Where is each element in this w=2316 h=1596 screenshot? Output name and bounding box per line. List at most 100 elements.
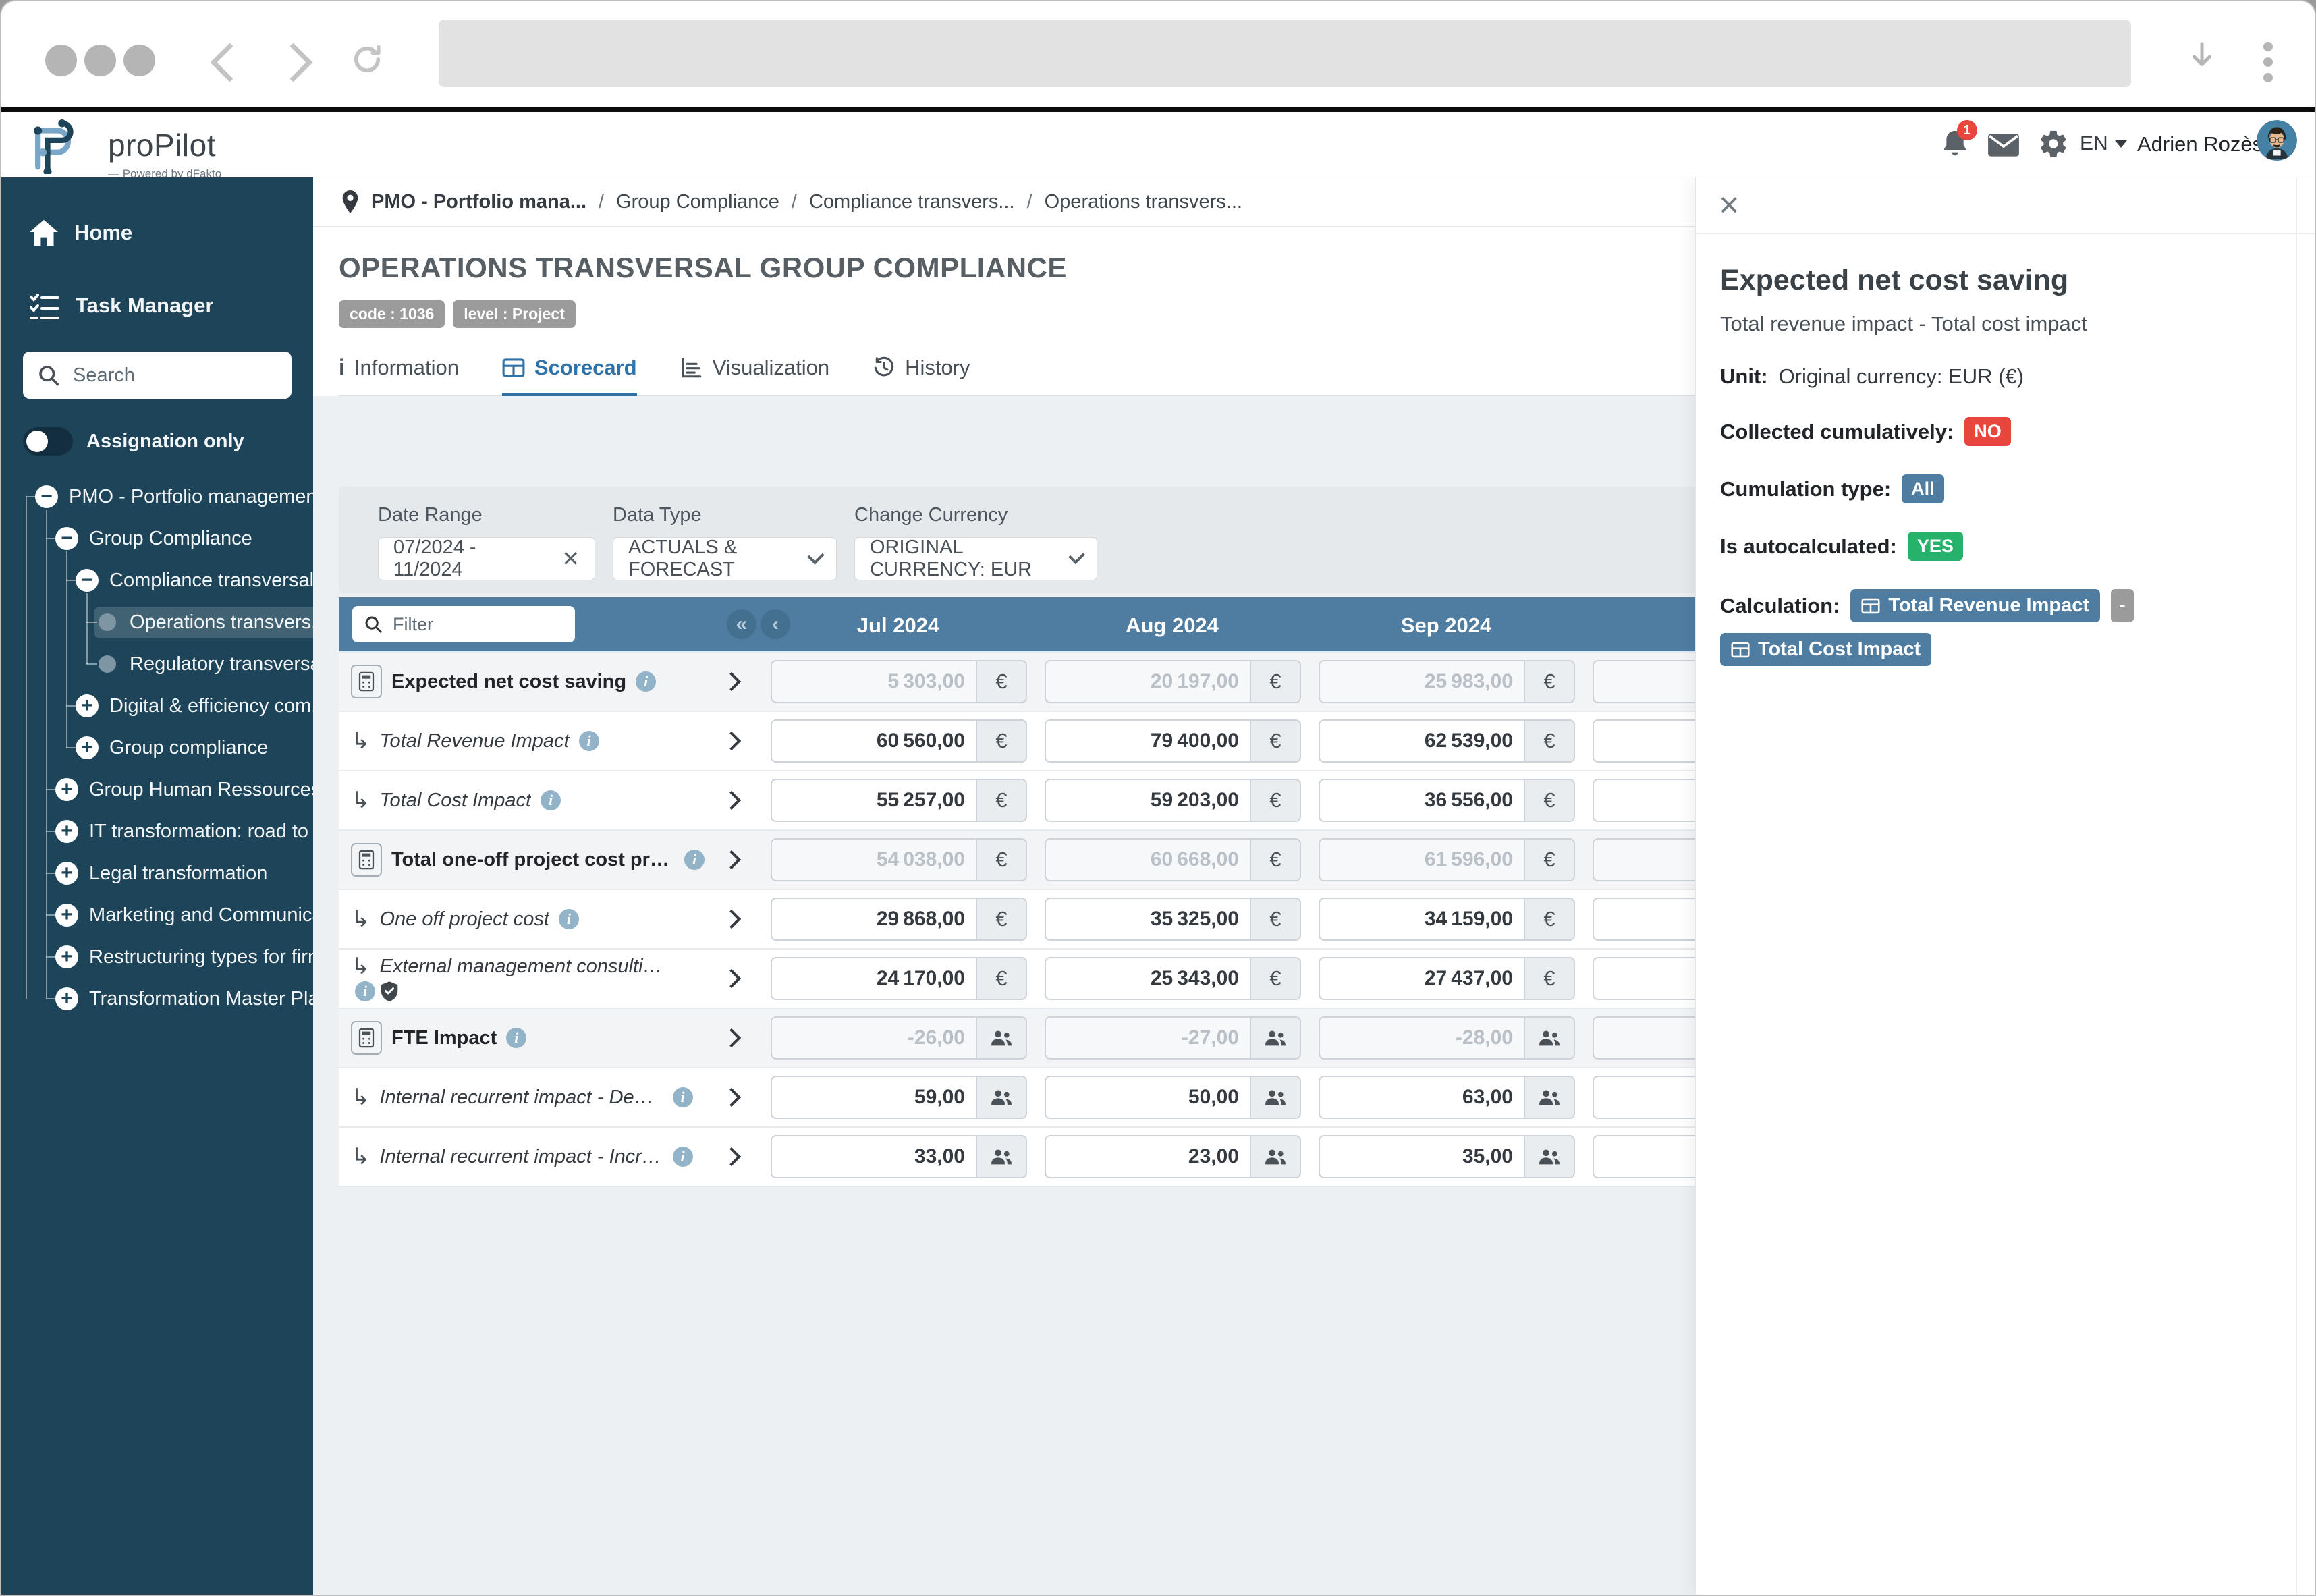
info-icon[interactable]: i [355,981,375,1001]
forward-icon[interactable] [274,43,313,82]
value-input[interactable] [1593,719,1697,763]
expand-row-icon[interactable] [722,1088,741,1107]
refresh-icon[interactable] [350,42,385,80]
currency-select[interactable]: ORIGINAL CURRENCY: EUR [854,537,1097,580]
info-icon[interactable]: i [506,1028,526,1048]
expand-icon[interactable]: + [55,987,78,1010]
value-input[interactable] [1593,898,1697,941]
expand-icon[interactable]: + [55,904,78,927]
value-input[interactable]: 55 257,00 [771,779,976,822]
collapse-icon[interactable]: − [35,485,58,508]
expand-icon[interactable]: + [55,945,78,968]
value-input[interactable]: 62 539,00 [1319,719,1524,763]
tab-information[interactable]: i Information [339,355,459,395]
value-input[interactable] [1593,957,1697,1000]
value-input[interactable]: 59,00 [771,1076,976,1119]
value-input[interactable]: 34 159,00 [1319,898,1524,941]
value-input[interactable]: 25 343,00 [1045,957,1250,1000]
value-input[interactable]: 79 400,00 [1045,719,1250,763]
expand-row-icon[interactable] [722,732,741,750]
expand-row-icon[interactable] [722,910,741,929]
page-first-icon[interactable]: « [727,609,756,639]
value-input[interactable]: 23,00 [1045,1135,1250,1178]
clear-date-icon[interactable]: ✕ [561,546,580,572]
expand-row-icon[interactable] [722,1028,741,1047]
breadcrumb-item[interactable]: Group Compliance [616,191,779,213]
notifications-bell-icon[interactable]: 1 [1939,127,1970,164]
tab-history[interactable]: History [873,355,970,395]
language-selector[interactable]: EN [2080,132,2127,155]
calc-operand-button[interactable]: Total Revenue Impact [1850,589,2100,622]
expand-row-icon[interactable] [722,1147,741,1166]
app-logo[interactable]: proPilot — Powered by dFakto [26,116,221,181]
value-input[interactable] [1593,779,1697,822]
tree-item[interactable]: + Legal transformation [1,852,313,894]
collapse-icon[interactable]: − [55,527,78,550]
value-input[interactable]: 35,00 [1319,1135,1524,1178]
value-input[interactable]: 36 556,00 [1319,779,1524,822]
tree-item[interactable]: − PMO - Portfolio management [1,476,313,518]
info-icon[interactable]: i [541,790,561,810]
value-input[interactable]: 27 437,00 [1319,957,1524,1000]
info-icon[interactable]: i [636,671,656,692]
breadcrumb-item[interactable]: Operations transvers... [1045,191,1242,213]
breadcrumb-item[interactable]: PMO - Portfolio mana... [371,191,586,213]
breadcrumb-item[interactable]: Compliance transvers... [809,191,1015,213]
value-input[interactable] [1593,1076,1697,1119]
tree-item[interactable]: + Group Human Ressources [1,769,313,810]
download-icon[interactable] [2186,39,2217,78]
messages-envelope-icon[interactable] [1987,132,2020,161]
info-icon[interactable]: i [684,850,705,870]
search-input[interactable] [72,364,277,387]
expand-row-icon[interactable] [722,791,741,810]
tab-visualization[interactable]: Visualization [680,355,829,395]
value-input[interactable]: 35 325,00 [1045,898,1250,941]
tree-item[interactable]: + Digital & efficiency com... [1,685,313,727]
close-icon[interactable]: × [1719,188,1739,223]
expand-icon[interactable]: + [55,862,78,885]
assignation-toggle[interactable] [23,427,73,456]
back-icon[interactable] [211,43,250,82]
table-filter-input[interactable] [391,613,556,636]
tree-item[interactable]: + Group compliance [1,727,313,769]
avatar[interactable] [2257,120,2297,161]
value-input[interactable]: 50,00 [1045,1076,1250,1119]
expand-icon[interactable]: + [55,820,78,843]
info-icon[interactable]: i [673,1087,693,1107]
expand-icon[interactable]: + [55,778,78,801]
expand-icon[interactable]: + [76,694,99,717]
info-icon[interactable]: i [559,909,579,929]
page-prev-icon[interactable]: ‹ [761,609,790,639]
expand-row-icon[interactable] [722,672,741,691]
value-input[interactable]: 63,00 [1319,1076,1524,1119]
collapse-icon[interactable]: − [76,569,99,592]
url-bar[interactable] [439,20,2131,87]
value-input[interactable]: 24 170,00 [771,957,976,1000]
sidebar-item-task-manager[interactable]: Task Manager [1,287,313,325]
tab-scorecard[interactable]: Scorecard [502,355,637,395]
window-button-3[interactable] [123,45,155,76]
value-input[interactable] [1593,1135,1697,1178]
tree-item[interactable]: + Marketing and Communica... [1,894,313,936]
expand-icon[interactable]: + [76,736,99,759]
browser-menu-icon[interactable] [2263,42,2273,88]
value-input[interactable]: 29 868,00 [771,898,976,941]
sidebar-item-home[interactable]: Home [1,214,313,252]
expand-row-icon[interactable] [722,850,741,869]
info-icon[interactable]: i [579,731,599,751]
calc-operand-button[interactable]: Total Cost Impact [1720,633,1931,666]
expand-row-icon[interactable] [722,969,741,988]
tree-item[interactable]: + IT transformation: road to ... [1,810,313,852]
tree-item[interactable]: − Compliance transversal ... [1,559,313,601]
window-button-2[interactable] [84,45,116,76]
value-input[interactable]: 33,00 [771,1135,976,1178]
value-input[interactable]: 59 203,00 [1045,779,1250,822]
date-range-input[interactable]: 07/2024 - 11/2024 ✕ [378,537,595,580]
info-icon[interactable]: i [673,1147,693,1167]
table-filter[interactable] [352,606,575,642]
tree-item[interactable]: Regulatory transversa... [1,643,313,685]
tree-item[interactable]: + Transformation Master Pla... [1,978,313,1020]
value-input[interactable]: 60 560,00 [771,719,976,763]
data-type-select[interactable]: ACTUALS & FORECAST [613,537,837,580]
tree-item[interactable]: − Group Compliance [1,518,313,559]
